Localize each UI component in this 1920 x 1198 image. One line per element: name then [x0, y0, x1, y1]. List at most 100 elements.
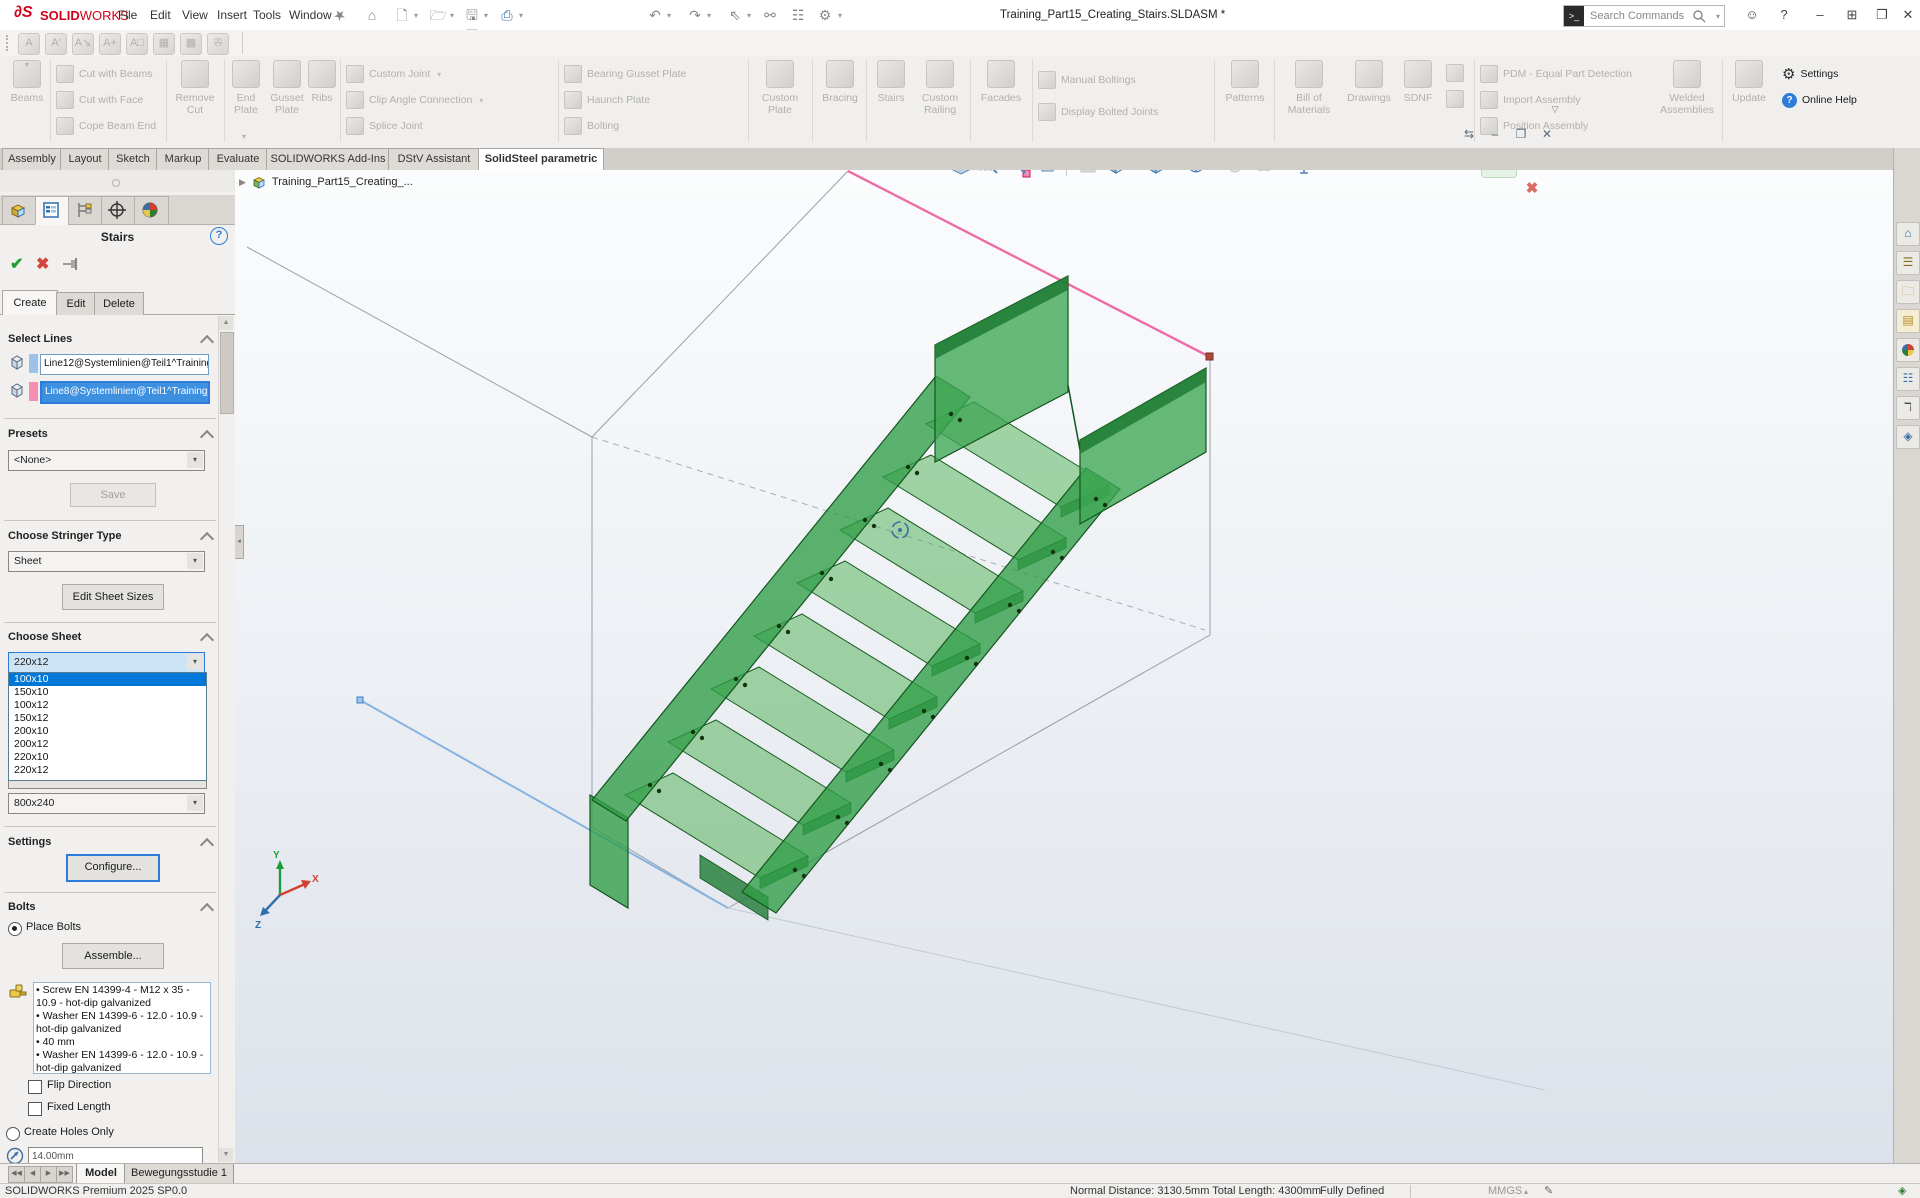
search-caret-icon[interactable]: ▾ — [1716, 12, 1720, 21]
previous-view-icon[interactable] — [1034, 170, 1056, 176]
ribbon-gusset-plate-button[interactable]: Gusset Plate — [266, 60, 308, 116]
stringer-type-dropdown[interactable]: Sheet▾ — [8, 551, 205, 572]
place-bolts-radio[interactable] — [8, 922, 22, 936]
tab-model[interactable]: Model — [76, 1164, 126, 1184]
option-150x12[interactable]: 150x12 — [9, 712, 206, 725]
section-cube-icon[interactable] — [1105, 170, 1127, 176]
sheet-collapse-icon[interactable] — [200, 633, 214, 647]
tab-motion-study[interactable]: Bewegungsstudie 1 — [124, 1164, 234, 1184]
breadcrumb-arrow-icon[interactable]: ▶ — [239, 177, 246, 188]
solidsteel-beam-icon[interactable]: ℸ — [1896, 396, 1920, 420]
panel-splitter-handle[interactable]: ◂ — [235, 525, 244, 559]
option-220x12[interactable]: 220x12 — [9, 764, 206, 777]
ribbon-online-help-button[interactable]: ?Online Help — [1782, 90, 1857, 110]
tab-scroll-prev-icon[interactable]: ◀ — [24, 1166, 41, 1183]
minimize-button[interactable]: – — [1808, 4, 1832, 26]
fixed-length-checkbox[interactable] — [28, 1102, 42, 1116]
tile-doc-icon[interactable]: ⇆ — [1458, 127, 1480, 141]
ribbon-cut-with-beams-button[interactable]: Cut with Beams — [56, 64, 153, 84]
ribbon-splice-joint-button[interactable]: Splice Joint — [346, 116, 423, 136]
ribbon-custom-joint-button[interactable]: Custom Joint▾ — [346, 64, 441, 84]
option-100x10[interactable]: 100x10 — [9, 673, 206, 686]
custom-properties-icon[interactable]: ☷ — [1896, 367, 1920, 391]
sheet-size-dropdown[interactable]: 220x12▾ — [8, 652, 205, 673]
display-style-icon[interactable] — [1185, 170, 1207, 176]
create-holes-only-radio[interactable] — [6, 1127, 20, 1141]
panel-help-icon[interactable]: ? — [210, 227, 228, 245]
note-group-icon[interactable]: ▦ — [153, 33, 175, 55]
dropdown-caret-icon[interactable]: ▾ — [187, 452, 203, 468]
tab-scroll-next-icon[interactable]: ▶ — [40, 1166, 57, 1183]
menu-file[interactable]: File — [112, 0, 143, 30]
new-document-icon[interactable]: 🗋︎▭ — [392, 5, 412, 25]
panel-resize-handle[interactable] — [112, 179, 120, 187]
blue-line-endpoint-handle[interactable] — [357, 697, 363, 703]
ribbon-bill-of-materials-button[interactable]: Bill of Materials — [1280, 60, 1338, 116]
line1-input[interactable]: Line12@Systemlinien@Teil1^Training_ — [40, 354, 209, 375]
select-lines-collapse-icon[interactable] — [200, 335, 214, 349]
ok-check-button[interactable]: ✔ — [10, 254, 23, 274]
menu-tools[interactable]: Tools — [247, 0, 287, 30]
section-view-icon[interactable] — [1077, 170, 1099, 176]
note-pattern-icon[interactable]: A□ — [126, 33, 148, 55]
note-add-icon[interactable]: A+ — [99, 33, 121, 55]
tab-scroll-last-icon[interactable]: ▶▶ — [56, 1166, 73, 1183]
cancel-x-button[interactable]: ✖ — [36, 254, 49, 274]
tab-delete[interactable]: Delete — [94, 292, 144, 315]
option-200x12[interactable]: 200x12 — [9, 738, 206, 751]
ribbon-facades-button[interactable]: Facades — [976, 60, 1026, 104]
ribbon-update-button[interactable]: Update — [1726, 60, 1772, 104]
save-preset-button[interactable]: Save — [70, 483, 156, 507]
tab-display-manager[interactable] — [134, 196, 169, 225]
design-library-icon[interactable]: ☰ — [1896, 251, 1920, 275]
pin-icon[interactable] — [62, 257, 78, 271]
magnet-mate-icon[interactable]: ⚯ — [760, 5, 780, 25]
stringer-collapse-icon[interactable] — [200, 532, 214, 546]
zoom-to-area-icon[interactable] — [978, 170, 1000, 176]
scrollbar-thumb[interactable] — [220, 332, 234, 414]
assemble-button[interactable]: Assemble... — [62, 943, 164, 969]
configure-button[interactable]: Configure... — [66, 854, 160, 882]
tab-solidworks-add-ins[interactable]: SOLIDWORKS Add-Ins — [266, 148, 390, 170]
search-input[interactable]: Search Commands — [1590, 6, 1684, 26]
tab-solidsteel-parametric[interactable]: SolidSteel parametric — [478, 148, 604, 171]
ribbon-display-bolted-joints-button[interactable]: Display Bolted Joints — [1038, 102, 1158, 122]
redo-icon[interactable]: ↷ — [685, 5, 705, 25]
bolt-stack-list[interactable]: • Screw EN 14399-4 - M12 x 35 - 10.9 - h… — [33, 982, 211, 1074]
select-cursor-icon[interactable]: ⇖ — [725, 5, 745, 25]
view-palette-icon[interactable]: ▤ — [1896, 309, 1920, 333]
units-selector[interactable]: MMGS — [1488, 1184, 1522, 1198]
left-stringer[interactable] — [592, 376, 970, 821]
user-profile-icon[interactable]: ☺ — [1740, 4, 1764, 26]
report-options-icon[interactable]: ☷ — [788, 5, 808, 25]
graphics-viewport[interactable]: Y X Z ▶ Training_Part15_Creating_... ▾ ▾… — [235, 170, 1893, 1163]
minimize-doc-icon[interactable]: – — [1484, 127, 1506, 141]
print-icon[interactable]: ⎙ — [497, 5, 517, 25]
ribbon-drawings-button[interactable]: Drawings — [1342, 60, 1396, 104]
units-caret-icon[interactable]: ▴ — [1524, 1184, 1528, 1198]
ribbon-custom-railing-button[interactable]: Custom Railing — [914, 60, 966, 116]
appearances-scenes-icon[interactable] — [1896, 338, 1920, 362]
tab-edit[interactable]: Edit — [56, 292, 96, 315]
menu-edit[interactable]: Edit — [144, 0, 177, 30]
confirm-ok-overlay-button[interactable]: ✔ — [1481, 170, 1517, 178]
ribbon-stairs-button[interactable]: Stairs — [872, 60, 910, 104]
tab-sketch[interactable]: Sketch — [108, 148, 158, 170]
line-endpoint-marker[interactable] — [1206, 353, 1213, 360]
home-taskpane-icon[interactable]: ⌂ — [1896, 222, 1920, 246]
ribbon-sdnf-button[interactable]: SDNF — [1398, 60, 1438, 104]
weld-symbol-icon[interactable]: ✇︎ — [207, 33, 229, 55]
tile-windows-button[interactable]: ⊞ — [1840, 4, 1864, 26]
ribbon-patterns-button[interactable]: Patterns — [1220, 60, 1270, 104]
presets-dropdown[interactable]: <None>▾ — [8, 450, 205, 471]
dropdown-caret-icon[interactable]: ▾ — [187, 795, 203, 811]
settings-collapse-icon[interactable] — [200, 838, 214, 852]
ribbon-bearing-gusset-plate-button[interactable]: Bearing Gusset Plate — [564, 64, 686, 84]
view-settings-icon[interactable] — [1293, 170, 1315, 176]
restore-doc-icon[interactable]: ❐ — [1510, 127, 1532, 141]
ribbon-cut-with-face-button[interactable]: Cut with Face — [56, 90, 143, 110]
ribbon-ribs-button[interactable]: Ribs — [308, 60, 336, 104]
ribbon-manual-boltings-button[interactable]: Manual Boltings — [1038, 70, 1136, 90]
presets-collapse-icon[interactable] — [200, 430, 214, 444]
tab-create[interactable]: Create — [2, 290, 58, 315]
